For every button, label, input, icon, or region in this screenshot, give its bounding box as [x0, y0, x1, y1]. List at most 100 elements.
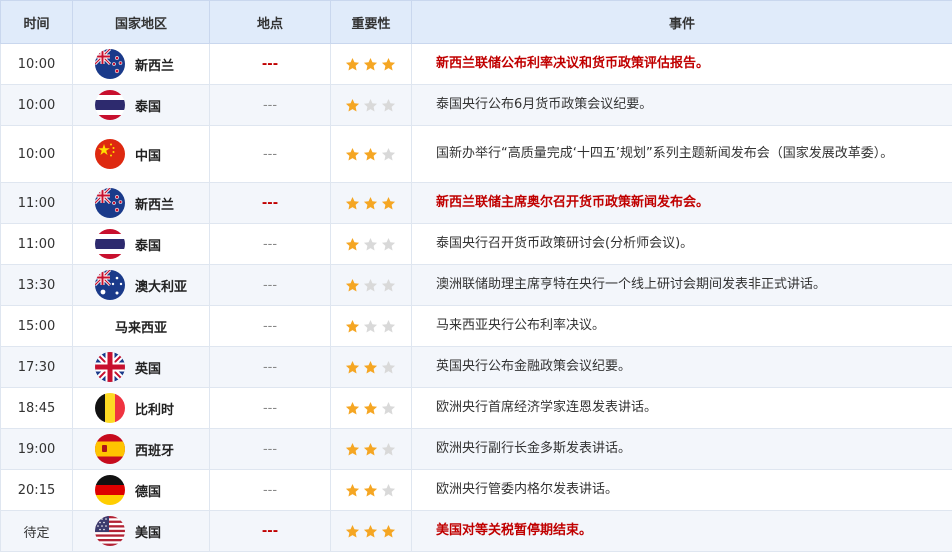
event-description: 欧洲央行副行长金多斯发表讲话。 — [411, 428, 952, 470]
header-place: 地点 — [209, 0, 331, 44]
event-time: 11:00 — [0, 182, 73, 224]
event-time: 11:00 — [0, 223, 73, 265]
star-empty-icon — [381, 147, 396, 162]
au-flag-icon — [95, 270, 125, 300]
event-description: 澳洲联储助理主席亨特在央行一个线上研讨会期间发表非正式讲话。 — [411, 264, 952, 306]
event-country: 德国 — [72, 469, 210, 511]
star-filled-icon — [363, 401, 378, 416]
table-row: 待定 美国 --- 美国对等关税暂停期结束。 — [0, 510, 952, 552]
header-row: 时间 国家地区 地点 重要性 事件 — [0, 0, 952, 44]
event-country: 英国 — [72, 346, 210, 388]
star-filled-icon — [345, 237, 360, 252]
event-importance — [330, 223, 412, 265]
event-importance — [330, 428, 412, 470]
event-country: 新西兰 — [72, 43, 210, 85]
event-place: --- — [209, 43, 331, 85]
event-description: 新西兰联储主席奥尔召开货币政策新闻发布会。 — [411, 182, 952, 224]
event-importance — [330, 469, 412, 511]
star-filled-icon — [345, 524, 360, 539]
event-place: --- — [209, 469, 331, 511]
star-empty-icon — [381, 237, 396, 252]
table-row: 13:30 澳大利亚 --- 澳洲联储助理主席亨特在央行一个线上研讨会期间发表非正式讲… — [0, 264, 952, 306]
star-filled-icon — [363, 196, 378, 211]
event-time: 17:30 — [0, 346, 73, 388]
calendar-table: 时间 国家地区 地点 重要性 事件 10:00 新西兰 --- 新西兰联储公布利率决议… — [0, 0, 952, 552]
country-name: 中国 — [135, 148, 162, 164]
star-empty-icon — [381, 401, 396, 416]
star-filled-icon — [363, 524, 378, 539]
event-description: 国新办举行“高质量完成‘十四五’规划”系列主题新闻发布会（国家发展改革委）。 — [411, 125, 952, 183]
nz-flag-icon — [95, 188, 125, 218]
event-description: 欧洲央行首席经济学家连恩发表讲话。 — [411, 387, 952, 429]
event-importance — [330, 125, 412, 183]
event-place: --- — [209, 264, 331, 306]
event-importance — [330, 305, 412, 347]
star-empty-icon — [381, 98, 396, 113]
country-name: 澳大利亚 — [135, 279, 188, 295]
cn-flag-icon — [95, 139, 125, 169]
star-filled-icon — [345, 360, 360, 375]
event-country: 西班牙 — [72, 428, 210, 470]
calendar-body: 10:00 新西兰 --- 新西兰联储公布利率决议和货币政策评估报告。 10:00 泰国 -… — [0, 43, 952, 552]
star-filled-icon — [363, 483, 378, 498]
th-flag-icon — [95, 90, 125, 120]
event-place: --- — [209, 84, 331, 126]
country-name: 美国 — [135, 525, 162, 541]
event-time: 10:00 — [0, 84, 73, 126]
star-filled-icon — [363, 147, 378, 162]
es-flag-icon — [95, 434, 125, 464]
th-flag-icon — [95, 229, 125, 259]
event-place: --- — [209, 510, 331, 552]
event-time: 20:15 — [0, 469, 73, 511]
header-country: 国家地区 — [72, 0, 210, 44]
event-country: 泰国 — [72, 223, 210, 265]
event-place: --- — [209, 182, 331, 224]
table-row: 11:00 泰国 --- 泰国央行召开货币政策研讨会(分析师会议)。 — [0, 223, 952, 265]
country-name: 新西兰 — [135, 197, 175, 213]
event-country: 美国 — [72, 510, 210, 552]
event-importance — [330, 510, 412, 552]
event-country: 中国 — [72, 125, 210, 183]
event-time: 19:00 — [0, 428, 73, 470]
uk-flag-icon — [95, 352, 125, 382]
table-row: 20:15 德国 --- 欧洲央行管委内格尔发表讲话。 — [0, 469, 952, 511]
star-filled-icon — [345, 196, 360, 211]
table-row: 18:45 比利时 --- 欧洲央行首席经济学家连恩发表讲话。 — [0, 387, 952, 429]
star-filled-icon — [381, 196, 396, 211]
event-description: 欧洲央行管委内格尔发表讲话。 — [411, 469, 952, 511]
event-time: 18:45 — [0, 387, 73, 429]
event-importance — [330, 182, 412, 224]
star-filled-icon — [345, 483, 360, 498]
event-time: 15:00 — [0, 305, 73, 347]
country-name: 泰国 — [135, 99, 162, 115]
table-row: 19:00 西班牙 --- 欧洲央行副行长金多斯发表讲话。 — [0, 428, 952, 470]
star-empty-icon — [381, 278, 396, 293]
event-time: 13:30 — [0, 264, 73, 306]
be-flag-icon — [95, 393, 125, 423]
star-empty-icon — [381, 360, 396, 375]
country-name: 德国 — [135, 484, 162, 500]
country-name: 西班牙 — [135, 443, 175, 459]
event-importance — [330, 346, 412, 388]
de-flag-icon — [95, 475, 125, 505]
star-empty-icon — [363, 319, 378, 334]
table-row: 11:00 新西兰 --- 新西兰联储主席奥尔召开货币政策新闻发布会。 — [0, 182, 952, 224]
header-time: 时间 — [0, 0, 73, 44]
star-filled-icon — [363, 442, 378, 457]
country-name: 英国 — [135, 361, 162, 377]
country-name: 新西兰 — [135, 58, 175, 74]
event-country: 比利时 — [72, 387, 210, 429]
header-event: 事件 — [411, 0, 952, 44]
table-row: 15:00 马来西亚 --- 马来西亚央行公布利率决议。 — [0, 305, 952, 347]
event-importance — [330, 387, 412, 429]
event-description: 英国央行公布金融政策会议纪要。 — [411, 346, 952, 388]
event-description: 泰国央行公布6月货币政策会议纪要。 — [411, 84, 952, 126]
us-flag-icon — [95, 516, 125, 546]
star-empty-icon — [363, 237, 378, 252]
country-name: 比利时 — [135, 402, 175, 418]
star-filled-icon — [381, 57, 396, 72]
event-description: 马来西亚央行公布利率决议。 — [411, 305, 952, 347]
star-empty-icon — [363, 98, 378, 113]
event-importance — [330, 264, 412, 306]
star-filled-icon — [345, 401, 360, 416]
